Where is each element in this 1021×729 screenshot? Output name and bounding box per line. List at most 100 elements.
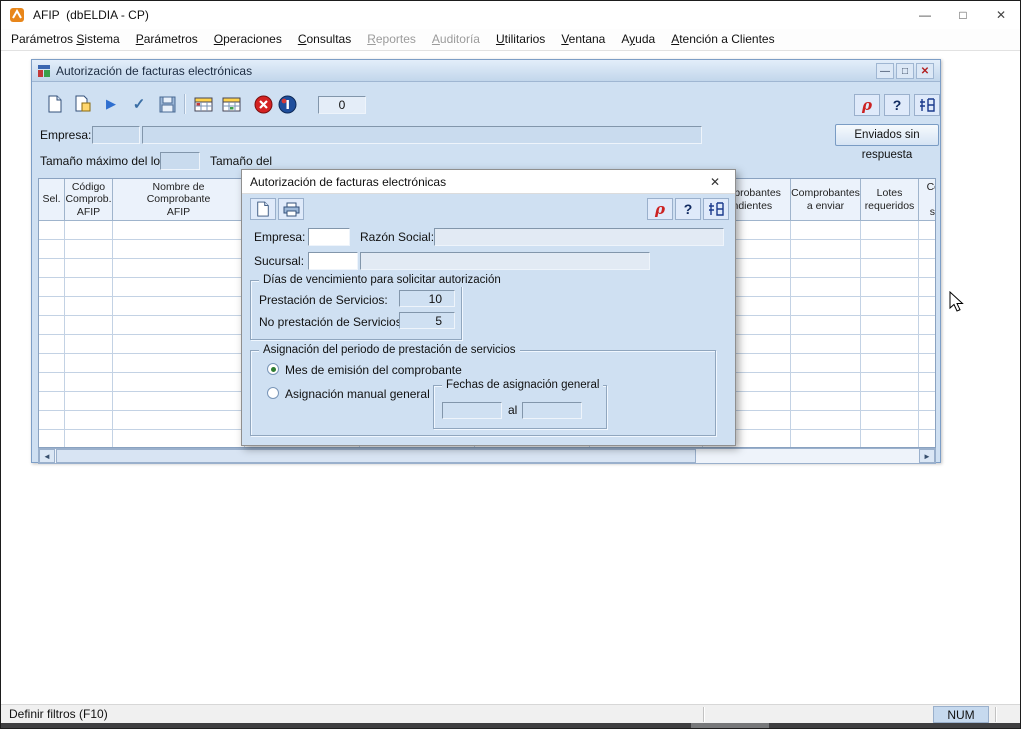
dialog-new-button[interactable] bbox=[250, 198, 276, 220]
menu-consultas[interactable]: Consultas bbox=[290, 29, 359, 50]
child-close-button[interactable]: ✕ bbox=[916, 63, 934, 79]
scroll-right-button[interactable]: ► bbox=[919, 449, 935, 463]
dialog-close-button[interactable]: ✕ bbox=[701, 172, 729, 192]
table-cell bbox=[919, 278, 936, 296]
table-cell bbox=[919, 316, 936, 334]
exit-button[interactable]: ρ bbox=[854, 94, 880, 116]
new-document-icon bbox=[47, 95, 63, 113]
razon-social-field[interactable] bbox=[434, 228, 724, 246]
fecha-desde-field[interactable] bbox=[442, 402, 502, 419]
mouse-cursor bbox=[949, 291, 965, 313]
dialog-empresa-field[interactable] bbox=[308, 228, 350, 246]
dialog-help-button[interactable]: ? bbox=[675, 198, 701, 220]
menu-utilitarios[interactable]: Utilitarios bbox=[488, 29, 553, 50]
fecha-hasta-field[interactable] bbox=[522, 402, 582, 419]
vencimiento-groupbox: Días de vencimiento para solicitar autor… bbox=[250, 280, 462, 340]
table-cell bbox=[39, 221, 65, 239]
table-cell bbox=[39, 240, 65, 258]
dialog-exit-button[interactable]: ρ bbox=[647, 198, 673, 220]
grid-export-icon bbox=[222, 97, 241, 112]
razon-social-label: Razón Social: bbox=[360, 228, 434, 246]
tamano-del-label: Tamaño del bbox=[210, 152, 272, 170]
help-button[interactable]: ? bbox=[884, 94, 910, 116]
table-cell bbox=[113, 354, 245, 372]
dialog-print-button[interactable] bbox=[278, 198, 304, 220]
save-icon bbox=[159, 96, 176, 113]
table-cell bbox=[791, 411, 861, 429]
table-cell bbox=[861, 373, 919, 391]
table-cell bbox=[919, 221, 936, 239]
horizontal-scrollbar[interactable]: ◄ ► bbox=[38, 448, 936, 464]
blue-circle-button[interactable] bbox=[274, 92, 300, 116]
table-cell bbox=[39, 373, 65, 391]
no-prestacion-label: No prestación de Servicios: bbox=[259, 313, 405, 331]
menu-ayuda[interactable]: Ayuda bbox=[613, 29, 663, 50]
bottom-edge bbox=[1, 723, 1020, 729]
sucursal-code-field[interactable] bbox=[308, 252, 358, 270]
scroll-left-button[interactable]: ◄ bbox=[39, 449, 55, 463]
table-cell bbox=[861, 221, 919, 239]
column-header-codigo: Código Comprob. AFIP bbox=[65, 179, 113, 221]
table-cell bbox=[113, 373, 245, 391]
table-cell bbox=[791, 316, 861, 334]
kanji-icon bbox=[708, 201, 724, 217]
menu-operaciones[interactable]: Operaciones bbox=[206, 29, 290, 50]
minimize-button[interactable]: — bbox=[906, 1, 944, 29]
scroll-thumb[interactable] bbox=[56, 449, 696, 463]
asignacion-manual-label: Asignación manual general bbox=[285, 385, 430, 403]
table-cell bbox=[861, 297, 919, 315]
grid-button[interactable] bbox=[190, 92, 216, 116]
sucursal-label: Sucursal: bbox=[254, 252, 304, 270]
properties-icon bbox=[74, 95, 92, 113]
confirm-button[interactable]: ✓ bbox=[126, 92, 152, 116]
dialog-language-button[interactable] bbox=[703, 198, 729, 220]
column-header-nombre-de: Nombre de Comprobante AFIP bbox=[113, 179, 245, 221]
table-cell bbox=[791, 297, 861, 315]
asignacion-manual-radio[interactable] bbox=[267, 387, 279, 399]
menu-bar: Parámetros SistemaParámetrosOperacionesC… bbox=[1, 29, 1020, 51]
table-cell bbox=[113, 411, 245, 429]
table-cell bbox=[791, 373, 861, 391]
prestacion-label: Prestación de Servicios: bbox=[259, 291, 388, 309]
new-button[interactable] bbox=[42, 92, 68, 116]
table-cell bbox=[861, 335, 919, 353]
empresa-code-field[interactable] bbox=[92, 126, 140, 144]
table-cell bbox=[791, 221, 861, 239]
table-cell bbox=[791, 335, 861, 353]
table-cell bbox=[39, 278, 65, 296]
child-restore-button[interactable]: □ bbox=[896, 63, 914, 79]
table-cell bbox=[919, 297, 936, 315]
table-cell bbox=[65, 373, 113, 391]
menu-ventana[interactable]: Ventana bbox=[553, 29, 613, 50]
column-header-comprobantes: Comprobantes enviados sin respuesta bbox=[919, 179, 936, 221]
no-prestacion-field[interactable]: 5 bbox=[399, 312, 455, 329]
child-minimize-button[interactable]: — bbox=[876, 63, 894, 79]
sucursal-name-field[interactable] bbox=[360, 252, 650, 270]
table-cell bbox=[65, 240, 113, 258]
language-button[interactable] bbox=[914, 94, 940, 116]
menu-parametros[interactable]: Parámetros bbox=[128, 29, 206, 50]
close-button[interactable]: ✕ bbox=[982, 1, 1020, 29]
help-icon: ? bbox=[893, 97, 902, 113]
run-button[interactable]: ▶ bbox=[98, 92, 124, 116]
menu-atencion-a-clientes[interactable]: Atención a Clientes bbox=[663, 29, 782, 50]
grid-export-button[interactable] bbox=[218, 92, 244, 116]
column-header-comprobantes: Comprobantes a enviar bbox=[791, 179, 861, 221]
table-cell bbox=[39, 411, 65, 429]
table-cell bbox=[861, 430, 919, 448]
menu-parametros-sistema[interactable]: Parámetros Sistema bbox=[3, 29, 128, 50]
table-cell bbox=[65, 354, 113, 372]
child-window-title: Autorización de facturas electrónicas bbox=[56, 64, 252, 78]
properties-button[interactable] bbox=[70, 92, 96, 116]
table-cell bbox=[919, 392, 936, 410]
table-cell bbox=[39, 392, 65, 410]
maximize-button[interactable]: □ bbox=[944, 1, 982, 29]
empresa-name-field[interactable] bbox=[142, 126, 702, 144]
mes-emision-radio[interactable] bbox=[267, 363, 279, 375]
enviados-sin-respuesta-button[interactable]: Enviados sin respuesta bbox=[835, 124, 939, 146]
save-button[interactable] bbox=[154, 92, 180, 116]
prestacion-field[interactable]: 10 bbox=[399, 290, 455, 307]
counter-field[interactable]: 0 bbox=[318, 96, 366, 114]
cancel-button[interactable] bbox=[250, 92, 276, 116]
tamano-max-field[interactable] bbox=[160, 152, 200, 170]
